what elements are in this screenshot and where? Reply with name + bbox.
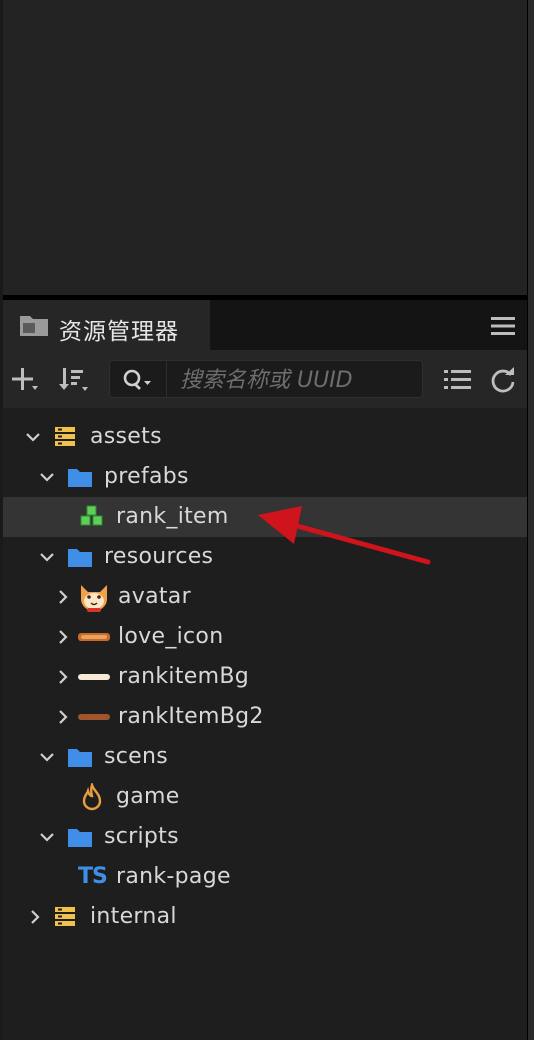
tree-item-label: rank_item [116, 504, 229, 529]
tree-item-prefabs[interactable]: prefabs [3, 457, 527, 497]
chevron-down-icon[interactable] [39, 749, 55, 765]
tab-title: 资源管理器 [59, 319, 179, 345]
add-icon[interactable] [11, 366, 41, 394]
tree-item-rankitembg[interactable]: rankitemBg [3, 657, 527, 697]
tree-item-label: internal [90, 904, 177, 929]
chevron-down-icon[interactable] [39, 469, 55, 485]
panel-splitter[interactable] [528, 0, 534, 1040]
search-type-dropdown[interactable] [110, 361, 167, 397]
scene-flame-icon [82, 783, 102, 811]
list-view-icon[interactable] [443, 367, 473, 393]
folder-icon [20, 316, 48, 336]
tree-item-scripts[interactable]: scripts [3, 817, 527, 857]
database-icon [55, 907, 75, 926]
tree-item-label: rankitemBg [118, 664, 249, 689]
tree-item-rankitembg2[interactable]: rankItemBg2 [3, 697, 527, 737]
tree-item-internal[interactable]: internal [3, 897, 527, 937]
annotation-arrow-icon [258, 506, 431, 565]
folder-icon [68, 469, 92, 487]
avatar-thumbnail-icon [81, 585, 107, 612]
database-icon [55, 427, 75, 446]
rankitembg2-thumbnail [78, 714, 110, 720]
menu-icon[interactable] [489, 314, 517, 338]
assets-panel: 资源管理器 搜索名称或 UUID assets prefabs rank_ite… [3, 300, 527, 1040]
tree-item-label: love_icon [118, 624, 224, 649]
typescript-icon: TS [78, 864, 108, 889]
rankitembg-thumbnail [78, 674, 110, 680]
tab-bar: 资源管理器 [3, 300, 527, 350]
tree-item-avatar[interactable]: avatar [3, 577, 527, 617]
tree-item-label: assets [90, 424, 162, 449]
prefab-icon [80, 505, 103, 526]
tree-item-label: game [116, 784, 180, 809]
chevron-down-icon[interactable] [25, 429, 41, 445]
chevron-down-icon[interactable] [39, 829, 55, 845]
chevron-down-icon[interactable] [39, 549, 55, 565]
tree-item-label: rank-page [116, 864, 231, 889]
tree-item-label: scripts [104, 824, 179, 849]
tree-item-assets[interactable]: assets [3, 417, 527, 457]
refresh-icon[interactable] [489, 366, 517, 394]
chevron-right-icon[interactable] [55, 629, 71, 645]
chevron-right-icon[interactable] [27, 909, 43, 925]
tree-item-label: resources [104, 544, 214, 569]
tree-item-scens[interactable]: scens [3, 737, 527, 777]
search-icon [123, 369, 151, 390]
search-box [109, 360, 423, 398]
toolbar [3, 350, 527, 408]
chevron-right-icon[interactable] [55, 589, 71, 605]
folder-icon [68, 829, 92, 847]
tree-item-label: scens [104, 744, 168, 769]
chevron-right-icon[interactable] [55, 669, 71, 685]
love-icon-thumbnail [78, 633, 110, 641]
folder-icon [68, 549, 92, 567]
folder-icon [68, 749, 92, 767]
tree-item-label: rankItemBg2 [118, 704, 264, 729]
tree-item-love-icon[interactable]: love_icon [3, 617, 527, 657]
sort-icon[interactable] [59, 366, 91, 394]
tree-item-label: avatar [118, 584, 191, 609]
chevron-right-icon[interactable] [55, 709, 71, 725]
tab-assets[interactable]: 资源管理器 [3, 300, 210, 350]
tree-item-label: prefabs [104, 464, 189, 489]
upper-panel [3, 0, 527, 295]
tree-item-rank-page[interactable]: TS rank-page [3, 857, 527, 897]
tree-item-game[interactable]: game [3, 777, 527, 817]
search-input[interactable] [178, 363, 420, 397]
